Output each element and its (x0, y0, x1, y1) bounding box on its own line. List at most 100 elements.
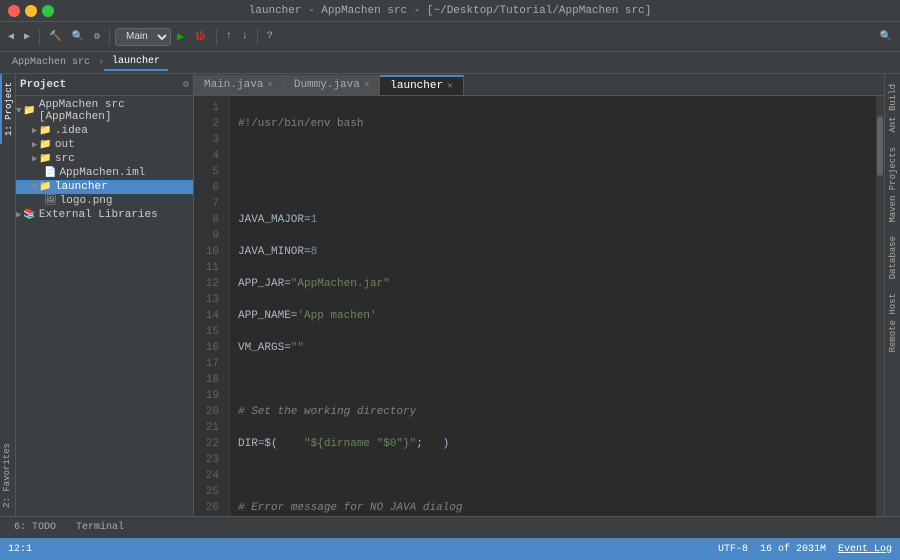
bottom-bar: 6: TODO Terminal (0, 516, 900, 538)
tree-item-src[interactable]: ▶ 📁 src (16, 152, 193, 166)
ln-19: 19 (194, 388, 225, 404)
left-sidebar-tabs: 1: Project 2: Favorites (0, 74, 16, 516)
tab-close-icon[interactable]: ✕ (267, 80, 272, 90)
right-sidebar: Ant Build Maven Projects Database Remote… (884, 74, 900, 516)
ln-14: 14 (194, 308, 225, 324)
tree-arrow: ▼ (16, 106, 21, 116)
editor-tabs: Main.java ✕ Dummy.java ✕ launcher ✕ (194, 74, 884, 96)
toolbar-btn-search[interactable]: 🔍 (68, 29, 88, 45)
debug-button[interactable]: 🐞 (190, 29, 210, 45)
code-line-11: DIR=$( "${dirname "$0"}"; ) (238, 436, 868, 452)
tab-close-icon[interactable]: ✕ (447, 81, 452, 91)
tree-label: src (55, 153, 75, 165)
left-tab-favorites[interactable]: 2: Favorites (0, 435, 15, 516)
ln-22: 22 (194, 436, 225, 452)
event-log-link[interactable]: Event Log (838, 544, 892, 555)
code-line-1: #!/usr/bin/env bash (238, 116, 868, 132)
status-encoding: UTF-8 (718, 544, 748, 555)
toolbar-btn-settings[interactable]: ⚙ (90, 29, 104, 45)
toolbar-btn-back[interactable]: ◀ (4, 29, 18, 45)
lib-icon: 📚 (23, 209, 35, 221)
file-icon: 📄 (44, 167, 56, 179)
status-position: 12:1 (8, 544, 32, 555)
toolbar-sep-3 (216, 29, 217, 45)
bottom-tab-terminal[interactable]: Terminal (70, 520, 130, 535)
window-title: launcher - AppMachen src - [~/Desktop/Tu… (249, 5, 652, 17)
folder-icon: 📁 (39, 153, 51, 165)
maximize-button[interactable] (42, 5, 54, 17)
folder-icon: 📁 (39, 139, 51, 151)
tree-arrow: ▼ (32, 182, 37, 192)
editor-tab-mainjava[interactable]: Main.java ✕ (194, 75, 284, 95)
tree-item-idea[interactable]: ▶ 📁 .idea (16, 124, 193, 138)
toolbar-right: 🔍 (876, 29, 896, 45)
tab-label: launcher (390, 80, 443, 92)
bottom-tab-todo[interactable]: 6: TODO (8, 520, 62, 535)
project-title: Project (20, 79, 181, 91)
ln-8: 8 (194, 212, 225, 228)
project-tree: ▼ 📁 AppMachen src [AppMachen] ▶ 📁 .idea … (16, 96, 193, 516)
run-config-dropdown[interactable]: Main (115, 28, 171, 46)
toolbar-btn-forward[interactable]: ▶ (20, 29, 34, 45)
code-line-5: JAVA_MINOR=8 (238, 244, 868, 260)
ln-11: 11 (194, 260, 225, 276)
nav-tab-appmachen[interactable]: AppMachen src (4, 55, 98, 70)
toolbar-btn-vcs[interactable]: ↑ (222, 29, 236, 44)
ln-3: 3 (194, 132, 225, 148)
todo-label: 6: TODO (14, 522, 56, 533)
traffic-lights (8, 5, 54, 17)
tree-item-logo[interactable]: 🖼 logo.png (16, 194, 193, 208)
project-settings-icon[interactable]: ⚙ (183, 79, 189, 91)
toolbar-btn-build[interactable]: 🔨 (45, 29, 65, 45)
code-content[interactable]: #!/usr/bin/env bash JAVA_MAJOR=1 JAVA_MI… (230, 96, 876, 516)
ln-4: 4 (194, 148, 225, 164)
ln-23: 23 (194, 452, 225, 468)
code-line-12 (238, 468, 868, 484)
ln-15: 15 (194, 324, 225, 340)
right-tab-ant-build[interactable]: Ant Build (886, 78, 900, 139)
editor-tab-dummyjava[interactable]: Dummy.java ✕ (284, 75, 380, 95)
tree-arrow: ▶ (32, 126, 37, 136)
tab-close-icon[interactable]: ✕ (364, 80, 369, 90)
scrollbar-thumb[interactable] (877, 116, 883, 176)
tree-item-appmachen[interactable]: ▼ 📁 AppMachen src [AppMachen] (16, 98, 193, 124)
tree-label: out (55, 139, 75, 151)
ln-26: 26 (194, 500, 225, 516)
right-tab-remote-host[interactable]: Remote Host (886, 287, 900, 358)
terminal-label: Terminal (76, 522, 124, 533)
ln-9: 9 (194, 228, 225, 244)
ln-1: 1 (194, 100, 225, 116)
run-button[interactable]: ▶ (173, 27, 188, 46)
ln-13: 13 (194, 292, 225, 308)
ln-6: 6 (194, 180, 225, 196)
nav-tab-launcher[interactable]: launcher (104, 54, 168, 71)
toolbar-btn-update[interactable]: ↓ (238, 29, 252, 44)
tree-item-out[interactable]: ▶ 📁 out (16, 138, 193, 152)
right-tab-database[interactable]: Database (886, 230, 900, 285)
nav-breadcrumb: AppMachen src › launcher (0, 52, 900, 74)
line-numbers: 1 2 3 4 5 6 7 8 9 10 11 12 13 14 15 16 1… (194, 96, 230, 516)
tree-item-iml[interactable]: 📄 AppMachen.iml (16, 166, 193, 180)
toolbar-btn-help[interactable]: ? (263, 29, 277, 44)
left-spacer (0, 144, 15, 435)
folder-icon: 📁 (39, 125, 51, 137)
close-button[interactable] (8, 5, 20, 17)
ln-21: 21 (194, 420, 225, 436)
editor-main: Main.java ✕ Dummy.java ✕ launcher ✕ 1 2 … (194, 74, 884, 516)
left-tab-project[interactable]: 1: Project (0, 74, 15, 144)
search-everywhere-button[interactable]: 🔍 (876, 29, 896, 45)
tree-item-extlib[interactable]: ▶ 📚 External Libraries (16, 208, 193, 222)
right-tab-maven[interactable]: Maven Projects (886, 141, 900, 229)
minimize-button[interactable] (25, 5, 37, 17)
tree-arrow: ▶ (16, 210, 21, 220)
ln-12: 12 (194, 276, 225, 292)
ln-17: 17 (194, 356, 225, 372)
vertical-scrollbar[interactable] (876, 96, 884, 516)
editor-tab-launcher[interactable]: launcher ✕ (380, 75, 463, 95)
tree-item-launcher[interactable]: ▼ 📁 launcher (16, 180, 193, 194)
code-line-8: VM_ARGS="" (238, 340, 868, 356)
tab-label: Dummy.java (294, 79, 360, 91)
main-layout: 1: Project 2: Favorites Project ⚙ ▼ 📁 Ap… (0, 74, 900, 516)
toolbar-sep-1 (39, 29, 40, 45)
ln-5: 5 (194, 164, 225, 180)
